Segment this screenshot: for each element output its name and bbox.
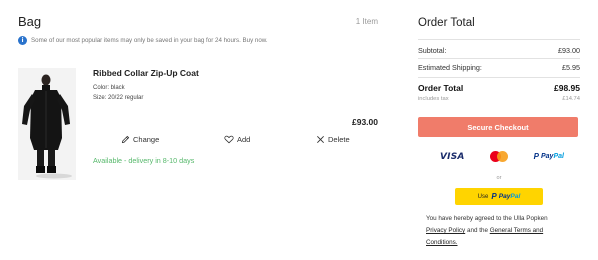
change-label: Change	[133, 135, 160, 144]
product-name[interactable]: Ribbed Collar Zip-Up Coat	[93, 68, 199, 78]
order-total-value: £98.95	[554, 83, 580, 93]
paypal-logo: P Pay Pal	[533, 152, 564, 161]
or-separator: or	[496, 175, 502, 181]
subtotal-row: Subtotal: £93.00	[418, 46, 580, 55]
mastercard-logo	[490, 151, 509, 162]
change-button[interactable]: Change	[121, 135, 159, 144]
order-total-row: Order Total £98.95	[418, 83, 580, 93]
legal-text: You have hereby agreed to the Ulla Popke…	[426, 213, 576, 249]
order-total-label: Order Total	[418, 83, 464, 93]
bag-item-count: 1 Item	[355, 17, 378, 26]
legal-intro: You have hereby agreed to the Ulla Popke…	[426, 215, 548, 222]
close-icon	[317, 136, 324, 143]
tax-value: £14.74	[562, 96, 580, 102]
availability-status: Available - delivery in 8-10 days	[93, 156, 195, 165]
payment-methods: VISA P Pay Pal	[418, 151, 580, 162]
order-summary: Order Total Subtotal: £93.00 Estimated S…	[418, 14, 580, 260]
shipping-row: Estimated Shipping: £5.95	[418, 63, 580, 72]
legal-and: and the	[465, 227, 490, 234]
heart-icon	[224, 135, 234, 144]
subtotal-value: £93.00	[558, 46, 580, 55]
visa-logo: VISA	[440, 151, 465, 162]
add-label: Add	[237, 135, 251, 144]
paypal-logo: P Pay Pal	[491, 192, 521, 201]
add-to-wishlist-button[interactable]: Add	[224, 135, 250, 144]
paypal-button-prefix: Use	[477, 193, 489, 200]
terms-link-continued[interactable]: Conditions.	[426, 239, 458, 246]
product-size: Size: 20/22 regular	[93, 95, 144, 101]
summary-divider	[418, 58, 580, 59]
summary-divider	[418, 77, 580, 78]
delete-label: Delete	[328, 135, 350, 144]
product-price: £93.00	[352, 117, 378, 127]
order-total-title: Order Total	[418, 17, 475, 29]
bag-title: Bag	[18, 14, 42, 29]
tax-label: includes tax	[418, 96, 449, 102]
bag-section: Bag 1 Item i Some of our most popular it…	[18, 14, 380, 260]
paypal-icon: P	[491, 192, 497, 201]
product-color: Color: black	[93, 85, 125, 91]
product-photo	[18, 68, 76, 180]
pencil-icon	[121, 135, 130, 144]
terms-link[interactable]: General Terms and	[490, 227, 543, 234]
subtotal-label: Subtotal:	[418, 46, 447, 55]
tax-row: includes tax £14.74	[418, 96, 580, 102]
bag-notice-text: Some of our most popular items may only …	[31, 37, 268, 44]
product-image[interactable]	[18, 68, 76, 180]
secure-checkout-button[interactable]: Secure Checkout	[418, 117, 578, 137]
privacy-policy-link[interactable]: Privacy Policy	[426, 227, 465, 234]
info-icon: i	[18, 36, 27, 45]
summary-divider	[418, 39, 580, 40]
delete-button[interactable]: Delete	[316, 135, 350, 144]
paypal-checkout-button[interactable]: Use P Pay Pal	[455, 188, 543, 205]
paypal-icon: P	[533, 152, 539, 161]
bag-notice: i Some of our most popular items may onl…	[18, 36, 268, 45]
shipping-label: Estimated Shipping:	[418, 63, 482, 72]
shipping-value: £5.95	[562, 63, 580, 72]
